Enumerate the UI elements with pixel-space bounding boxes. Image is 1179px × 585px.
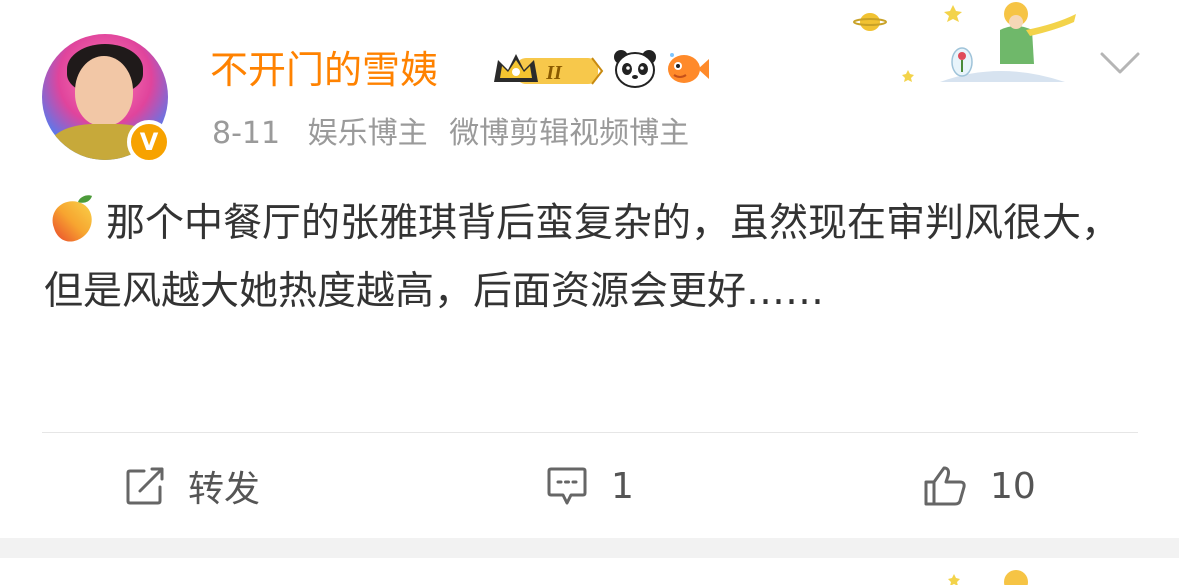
post-text: 那个中餐厅的张雅琪背后蛮复杂的，虽然现在审判风很大，但是风越大她热度越高，后面资… [44,201,1121,314]
vip-crown-icon[interactable]: II [490,48,604,90]
post-date: 8-11 [212,116,281,151]
comment-count: 1 [611,465,634,507]
divider [42,432,1138,433]
comment-icon [547,467,587,505]
tag-video-blogger: 微博剪辑视频博主 [449,116,690,151]
panda-icon [614,50,656,88]
fish-icon [668,53,709,83]
like-button[interactable]: 10 [922,456,1036,516]
like-count: 10 [990,465,1036,507]
repost-label: 转发 [188,469,261,510]
post-meta: 8-11 娱乐博主 微博剪辑视频博主 [212,112,701,156]
tag-entertainment: 娱乐博主 [307,116,428,151]
separator-band [0,538,1179,558]
repost-icon [126,467,164,505]
little-prince-decoration-icon [853,2,1076,82]
vip-level: II [545,62,563,84]
comment-button[interactable]: 1 [545,456,634,516]
post-body: 那个中餐厅的张雅琪背后蛮复杂的，虽然现在审判风很大，但是风越大她热度越高，后面资… [44,190,1144,326]
like-icon [924,466,966,506]
username[interactable]: 不开门的雪姨 [210,44,438,96]
next-post-decoration-icon [948,570,1028,585]
repost-button[interactable]: 转发 [124,456,260,516]
chevron-down-icon[interactable] [1096,44,1144,80]
mango-icon [52,195,92,242]
verified-icon: V [127,120,171,164]
